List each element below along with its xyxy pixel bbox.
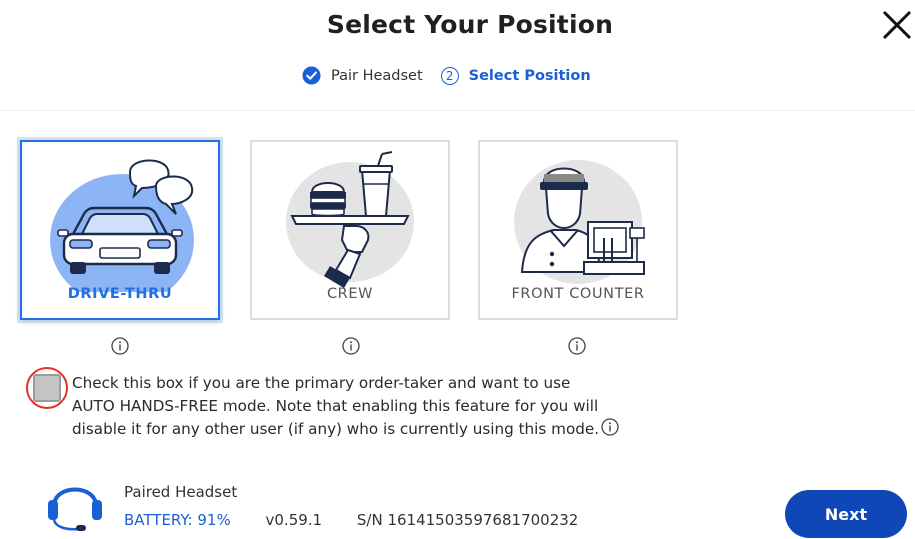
step-number: 2 (440, 66, 459, 85)
check-circle-icon (302, 66, 321, 85)
firmware-version: v0.59.1 (265, 511, 323, 529)
headset-icon (48, 487, 102, 531)
drive-thru-icon (50, 159, 194, 292)
info-icon[interactable] (568, 337, 586, 355)
divider (0, 110, 915, 111)
step-pair-headset: Pair Headset (302, 66, 423, 85)
info-icon[interactable] (601, 418, 619, 436)
position-card-drive-thru[interactable]: DRIVE-THRU (20, 140, 220, 320)
position-card-crew[interactable]: CREW (250, 140, 450, 320)
step-label: Pair Headset (331, 67, 423, 84)
note-line: AUTO HANDS-FREE mode. Note that enabling… (72, 397, 599, 415)
serial-number: S/N 16141503597681700232 (356, 511, 579, 529)
front-counter-icon (514, 160, 645, 284)
note-line-text: disable it for any other user (if any) w… (72, 420, 600, 438)
note-line-last: disable it for any other user (if any) w… (72, 418, 672, 441)
primary-order-taker-checkbox[interactable] (33, 374, 61, 402)
page-title: Select Your Position (326, 10, 614, 39)
crew-icon (286, 151, 414, 288)
step-label: Select Position (468, 67, 591, 84)
stepper: Pair Headset 2 Select Position (302, 66, 591, 85)
position-label: CREW (326, 286, 374, 302)
position-label: DRIVE-THRU (67, 286, 173, 302)
headset-title: Paired Headset (124, 483, 238, 501)
headset-details: BATTERY: 91% v0.59.1 S/N 161415035976817… (124, 511, 608, 529)
auto-hands-free-note: Check this box if you are the primary or… (72, 372, 672, 441)
position-card-front-counter[interactable]: FRONT COUNTER (478, 140, 678, 320)
close-button[interactable] (880, 8, 914, 42)
next-button[interactable]: Next (785, 490, 907, 538)
primary-order-taker-checkbox-highlight[interactable] (26, 367, 68, 409)
position-label: FRONT COUNTER (511, 286, 645, 302)
note-line: Check this box if you are the primary or… (72, 374, 571, 392)
info-icon[interactable] (111, 337, 129, 355)
close-icon (882, 10, 912, 40)
battery-status: BATTERY: 91% (124, 511, 231, 529)
info-icon[interactable] (342, 337, 360, 355)
step-select-position: 2 Select Position (423, 66, 591, 85)
